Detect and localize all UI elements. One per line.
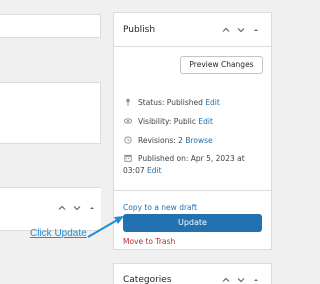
eye-icon <box>123 117 133 127</box>
published-time: 03:07 <box>123 166 147 175</box>
published-time-row: 03:07 Edit <box>123 166 162 175</box>
categories-title: Categories <box>123 275 172 284</box>
publish-box: Publish Preview Changes Status: Publishe… <box>113 12 272 250</box>
copy-to-draft-link[interactable]: Copy to a new draft <box>123 203 197 212</box>
revisions-label: Revisions: 2 <box>138 136 186 145</box>
annotation-label: Click Update <box>30 228 87 239</box>
publish-title: Publish <box>123 25 156 35</box>
visibility-row: Visibility: Public Edit <box>123 117 213 127</box>
editor-panel-top <box>0 14 101 38</box>
published-row: Published on: Apr 5, 2023 at <box>123 154 245 164</box>
publish-header: Publish <box>114 13 271 47</box>
update-button[interactable]: Update <box>123 214 262 232</box>
caret-up-icon[interactable] <box>248 23 263 37</box>
visibility-label: Visibility: Public <box>138 117 199 126</box>
chevron-down-icon[interactable] <box>233 273 248 284</box>
calendar-icon <box>123 154 133 164</box>
status-label: Status: Published <box>138 98 206 107</box>
status-edit-link[interactable]: Edit <box>205 98 220 107</box>
caret-up-icon[interactable] <box>84 201 99 215</box>
chevron-up-icon[interactable] <box>54 201 69 215</box>
chevron-down-icon[interactable] <box>69 201 84 215</box>
caret-up-icon[interactable] <box>248 273 263 284</box>
chevron-up-icon[interactable] <box>218 273 233 284</box>
revisions-browse-link[interactable]: Browse <box>185 136 212 145</box>
status-row: Status: Published Edit <box>123 98 220 108</box>
revisions-row: Revisions: 2 Browse <box>123 136 213 146</box>
preview-changes-button[interactable]: Preview Changes <box>180 56 263 74</box>
panel-controls <box>54 201 99 215</box>
categories-box: Categories <box>113 263 272 284</box>
editor-panel-middle <box>0 82 101 144</box>
divider <box>114 190 271 191</box>
editor-panel-bottom <box>0 187 101 231</box>
chevron-up-icon[interactable] <box>218 23 233 37</box>
panel-controls <box>218 273 263 284</box>
published-edit-link[interactable]: Edit <box>147 166 162 175</box>
visibility-edit-link[interactable]: Edit <box>198 117 213 126</box>
panel-controls <box>218 23 263 37</box>
chevron-down-icon[interactable] <box>233 23 248 37</box>
pin-icon <box>123 98 133 108</box>
history-icon <box>123 136 133 146</box>
move-to-trash-link[interactable]: Move to Trash <box>123 237 175 246</box>
published-label: Published on: Apr 5, 2023 at <box>138 154 245 163</box>
